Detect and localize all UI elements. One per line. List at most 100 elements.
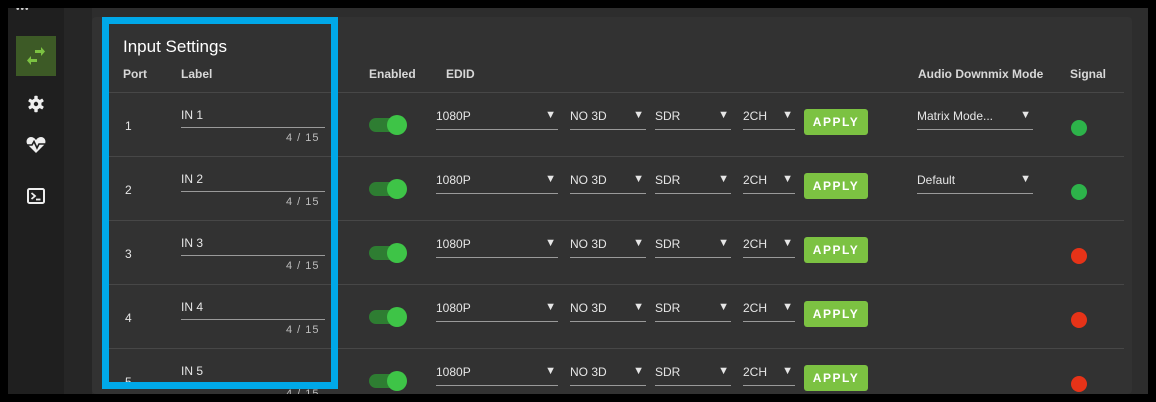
hdr-select[interactable]: SDR ▼ — [655, 109, 731, 130]
label-char-count: 4 / 15 — [286, 132, 320, 144]
sidebar-item-io[interactable] — [16, 36, 56, 76]
3d-mode-value: NO 3D — [570, 365, 607, 379]
3d-mode-select[interactable]: NO 3D ▼ — [570, 173, 646, 194]
toggle-knob — [387, 243, 407, 263]
col-header-label: Label — [181, 67, 213, 81]
resolution-value: 1080P — [436, 237, 471, 251]
dropdown-arrow-icon: ▼ — [718, 237, 729, 249]
channels-value: 2CH — [743, 365, 768, 379]
channels-select[interactable]: 2CH ▼ — [743, 173, 795, 194]
label-char-count: 4 / 15 — [286, 324, 320, 336]
port-number: 5 — [125, 375, 132, 389]
channels-select[interactable]: 2CH ▼ — [743, 301, 795, 322]
port-number: 2 — [125, 183, 132, 197]
hdr-value: SDR — [655, 173, 681, 187]
dropdown-arrow-icon: ▼ — [718, 365, 729, 377]
hdr-value: SDR — [655, 237, 681, 251]
channels-value: 2CH — [743, 237, 768, 251]
enabled-toggle[interactable] — [367, 370, 409, 392]
apply-button[interactable]: APPLY — [804, 173, 868, 199]
hdr-value: SDR — [655, 365, 681, 379]
dropdown-arrow-icon: ▼ — [545, 109, 556, 121]
label-input[interactable]: IN 5 — [181, 364, 203, 378]
table-row: 3 IN 3 4 / 15 1080P ▼ NO 3D ▼ SDR ▼ 2CH ▼ APPLY — [8, 221, 1148, 285]
toggle-knob — [387, 115, 407, 135]
resolution-select[interactable]: 1080P ▼ — [436, 237, 558, 258]
channels-value: 2CH — [743, 301, 768, 315]
apply-button[interactable]: APPLY — [804, 365, 868, 391]
table-row: 4 IN 4 4 / 15 1080P ▼ NO 3D ▼ SDR ▼ 2CH ▼ APPLY — [8, 285, 1148, 349]
more-icon[interactable]: ••• — [16, 8, 34, 15]
col-header-edid: EDID — [446, 67, 475, 81]
channels-select[interactable]: 2CH ▼ — [743, 365, 795, 386]
dropdown-arrow-icon: ▼ — [545, 301, 556, 313]
3d-mode-select[interactable]: NO 3D ▼ — [570, 301, 646, 322]
hdr-select[interactable]: SDR ▼ — [655, 173, 731, 194]
dropdown-arrow-icon: ▼ — [718, 109, 729, 121]
table-row: 5 IN 5 4 / 15 1080P ▼ NO 3D ▼ SDR ▼ 2CH ▼ APPLY — [8, 349, 1148, 394]
label-input[interactable]: IN 2 — [181, 172, 203, 186]
hdr-value: SDR — [655, 301, 681, 315]
hdr-select[interactable]: SDR ▼ — [655, 237, 731, 258]
apply-button[interactable]: APPLY — [804, 109, 868, 135]
resolution-value: 1080P — [436, 173, 471, 187]
resolution-select[interactable]: 1080P ▼ — [436, 109, 558, 130]
toggle-knob — [387, 179, 407, 199]
resolution-select[interactable]: 1080P ▼ — [436, 365, 558, 386]
page-title: Input Settings — [123, 37, 227, 56]
3d-mode-value: NO 3D — [570, 109, 607, 123]
signal-indicator — [1071, 184, 1087, 200]
port-number: 4 — [125, 311, 132, 325]
col-header-audio: Audio Downmix Mode — [918, 67, 1044, 81]
label-char-count: 4 / 15 — [286, 388, 320, 394]
3d-mode-select[interactable]: NO 3D ▼ — [570, 365, 646, 386]
audio-downmix-select[interactable]: Matrix Mode... ▼ — [917, 109, 1033, 130]
enabled-toggle[interactable] — [367, 114, 409, 136]
resolution-value: 1080P — [436, 301, 471, 315]
3d-mode-value: NO 3D — [570, 301, 607, 315]
dropdown-arrow-icon: ▼ — [633, 301, 644, 313]
label-underline — [181, 191, 325, 192]
label-underline — [181, 255, 325, 256]
port-number: 1 — [125, 119, 132, 133]
channels-select[interactable]: 2CH ▼ — [743, 109, 795, 130]
table-row: 1 IN 1 4 / 15 1080P ▼ NO 3D ▼ SDR ▼ 2CH ▼ APPLY Matr… — [8, 93, 1148, 157]
channels-value: 2CH — [743, 173, 768, 187]
label-input[interactable]: IN 3 — [181, 236, 203, 250]
3d-mode-value: NO 3D — [570, 237, 607, 251]
channels-select[interactable]: 2CH ▼ — [743, 237, 795, 258]
dropdown-arrow-icon: ▼ — [633, 173, 644, 185]
resolution-value: 1080P — [436, 109, 471, 123]
hdr-select[interactable]: SDR ▼ — [655, 365, 731, 386]
dropdown-arrow-icon: ▼ — [545, 237, 556, 249]
resolution-select[interactable]: 1080P ▼ — [436, 173, 558, 194]
hdr-select[interactable]: SDR ▼ — [655, 301, 731, 322]
apply-button[interactable]: APPLY — [804, 301, 868, 327]
resolution-select[interactable]: 1080P ▼ — [436, 301, 558, 322]
swap-arrows-icon — [27, 47, 45, 65]
label-underline — [181, 383, 325, 384]
enabled-toggle[interactable] — [367, 242, 409, 264]
audio-downmix-value: Default — [917, 173, 956, 187]
dropdown-arrow-icon: ▼ — [782, 237, 793, 249]
port-number: 3 — [125, 247, 132, 261]
dropdown-arrow-icon: ▼ — [1020, 109, 1031, 121]
label-char-count: 4 / 15 — [286, 196, 320, 208]
label-underline — [181, 319, 325, 320]
signal-indicator — [1071, 120, 1087, 136]
3d-mode-select[interactable]: NO 3D ▼ — [570, 237, 646, 258]
apply-button[interactable]: APPLY — [804, 237, 868, 263]
enabled-toggle[interactable] — [367, 178, 409, 200]
col-header-enabled: Enabled — [369, 67, 416, 81]
label-input[interactable]: IN 4 — [181, 300, 203, 314]
audio-downmix-select[interactable]: Default ▼ — [917, 173, 1033, 194]
3d-mode-select[interactable]: NO 3D ▼ — [570, 109, 646, 130]
signal-indicator — [1071, 376, 1087, 392]
signal-indicator — [1071, 312, 1087, 328]
dropdown-arrow-icon: ▼ — [782, 173, 793, 185]
dropdown-arrow-icon: ▼ — [718, 173, 729, 185]
3d-mode-value: NO 3D — [570, 173, 607, 187]
resolution-value: 1080P — [436, 365, 471, 379]
enabled-toggle[interactable] — [367, 306, 409, 328]
label-input[interactable]: IN 1 — [181, 108, 203, 122]
